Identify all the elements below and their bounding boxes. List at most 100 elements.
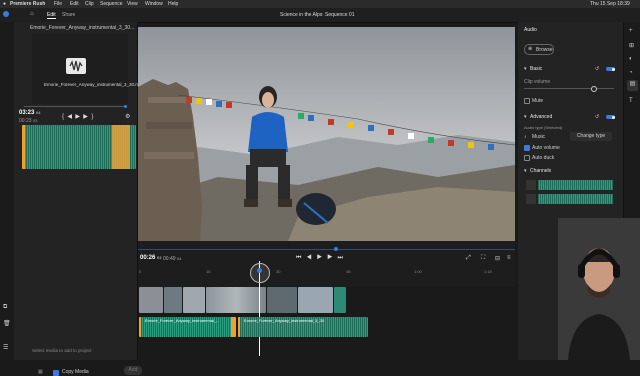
step-forward-icon[interactable]: ▶ xyxy=(327,255,332,261)
clip-volume-handle[interactable] xyxy=(591,86,598,92)
video-clip[interactable] xyxy=(183,287,205,313)
backpack xyxy=(296,193,336,225)
media-waveform[interactable] xyxy=(22,125,136,169)
channel-left-thumb xyxy=(526,180,536,190)
clip-volume-slider[interactable] xyxy=(524,86,614,92)
media-scrubber-handle[interactable] xyxy=(124,104,127,108)
audio-clip-in-handle[interactable] xyxy=(238,317,240,337)
trash-icon[interactable]: 🗑 xyxy=(3,320,11,327)
viewer-scrubber-handle[interactable] xyxy=(334,247,338,251)
fullscreen-icon[interactable]: ⛶ xyxy=(481,255,485,262)
media-panel: Emorie_Forever_Anyway_instrumental_3_30.… xyxy=(14,22,145,376)
copy-media-label: Copy Media xyxy=(62,369,89,375)
menu-icon[interactable]: ≡ xyxy=(507,255,511,261)
timeline-ruler[interactable]: 0 15 30 45 1:00 1:15 xyxy=(138,269,515,275)
step-back-icon[interactable]: ◀ xyxy=(67,114,72,120)
media-file-name: Emorie_Forever_Anyway_instrumental_3_30.… xyxy=(44,82,145,87)
media-duration: 00:23 03 xyxy=(19,118,38,124)
reset-icon[interactable]: ↺ xyxy=(595,114,599,120)
tab-edit[interactable]: Edit xyxy=(47,12,56,19)
add-media-icon[interactable] xyxy=(3,11,9,17)
audio-file-icon xyxy=(66,58,86,74)
reset-icon[interactable]: ↺ xyxy=(595,66,599,72)
mark-out-icon[interactable]: } xyxy=(91,114,93,120)
webcam-overlay xyxy=(558,218,640,360)
video-clip[interactable] xyxy=(164,287,182,313)
duplicate-icon[interactable]: ⧉ xyxy=(3,304,7,311)
text-icon[interactable]: T xyxy=(629,98,633,104)
mute-label: Mute xyxy=(532,98,544,104)
grid-icon[interactable]: ▦ xyxy=(38,369,43,375)
menu-view[interactable]: View xyxy=(127,1,138,7)
channels-section-label[interactable]: Channels xyxy=(530,168,551,174)
color-icon[interactable]: ◐ xyxy=(629,56,633,62)
left-tool-rail: ⧉ 🗑 ☰ xyxy=(0,22,15,360)
channel-left-waveform[interactable] xyxy=(538,180,613,190)
advanced-toggle[interactable] xyxy=(606,115,615,119)
audio-clip-out-handle[interactable] xyxy=(231,317,236,337)
audio-clip-in-handle[interactable] xyxy=(139,317,141,337)
settings-gear-icon[interactable]: ⚙ xyxy=(125,113,130,120)
auto-volume-label: Auto volume xyxy=(532,145,560,151)
apple-icon[interactable]: ● xyxy=(3,1,6,7)
fit-icon[interactable]: ⤢ xyxy=(466,255,471,262)
skip-start-icon[interactable]: ⏮ xyxy=(296,255,301,261)
play-icon[interactable]: ▶ xyxy=(75,114,80,120)
chevron-down-icon[interactable]: ▾ xyxy=(524,168,527,174)
menu-sequence[interactable]: Sequence xyxy=(100,1,123,7)
menu-clip[interactable]: Clip xyxy=(85,1,94,7)
speed-icon[interactable]: ◔ xyxy=(629,70,633,76)
media-in-handle[interactable] xyxy=(22,125,25,169)
video-clip[interactable] xyxy=(298,287,333,313)
viewer-scrubber[interactable] xyxy=(138,249,515,250)
playhead-handle[interactable] xyxy=(250,263,270,283)
basic-section-label[interactable]: Basic xyxy=(530,66,542,72)
mute-checkbox[interactable] xyxy=(524,98,530,104)
menu-app-name[interactable]: Premiere Rush xyxy=(10,1,45,7)
timeline-controls: 00:26 03 00:49 04 ⏮ ◀ ▶ ▶ ⏭ ⤢ ⛶ ⊟ ≡ 0 15… xyxy=(138,241,515,287)
menu-window[interactable]: Window xyxy=(145,1,163,7)
list-icon[interactable]: ☰ xyxy=(3,344,8,351)
media-scrubber[interactable] xyxy=(24,104,127,108)
music-note-icon: ♪ xyxy=(524,134,527,140)
step-forward-icon[interactable]: ▶ xyxy=(83,114,88,120)
copy-media-checkbox[interactable] xyxy=(53,370,59,376)
media-out-region[interactable] xyxy=(112,125,130,169)
empty-media-text: Select media to add to project xyxy=(32,348,92,353)
video-clip[interactable] xyxy=(267,287,297,313)
change-type-button[interactable]: Change type xyxy=(570,132,612,141)
video-clip[interactable] xyxy=(334,287,346,313)
browse-button[interactable]: ⊕ Browse xyxy=(524,44,554,55)
tab-share[interactable]: Share xyxy=(62,12,75,18)
split-icon[interactable]: ⊟ xyxy=(495,255,500,262)
mark-in-icon[interactable]: { xyxy=(62,114,64,120)
audio-clip-1[interactable]: Emorie_Forever_Anyway_instrumental_... xyxy=(139,317,236,337)
program-monitor[interactable] xyxy=(138,27,515,241)
channel-right-waveform[interactable] xyxy=(538,194,613,204)
auto-duck-checkbox[interactable] xyxy=(524,155,530,161)
video-clip[interactable] xyxy=(139,287,163,313)
chevron-down-icon[interactable]: ▾ xyxy=(524,114,527,120)
skip-end-icon[interactable]: ⏭ xyxy=(338,255,343,261)
transform-icon[interactable]: ⊞ xyxy=(629,42,634,49)
play-icon[interactable]: ▶ xyxy=(317,255,322,261)
timeline-current-time: 00:26 03 xyxy=(140,255,162,261)
video-clip[interactable] xyxy=(206,287,266,313)
menu-file[interactable]: File xyxy=(54,1,62,7)
home-icon[interactable]: ⌂ xyxy=(30,11,34,17)
add-button[interactable]: Add xyxy=(124,366,142,375)
audio-clip-2[interactable]: Emorie_Forever_Anyway_instrumental_3_30 xyxy=(238,317,368,337)
step-back-icon[interactable]: ◀ xyxy=(306,255,311,261)
chevron-down-icon[interactable]: ▾ xyxy=(524,66,527,72)
audio-tab-icon[interactable]: ▤ xyxy=(627,80,638,91)
audio-clip-1-label: Emorie_Forever_Anyway_instrumental_... xyxy=(145,318,220,323)
menu-edit[interactable]: Edit xyxy=(70,1,79,7)
timeline-duration: 00:49 04 xyxy=(163,256,182,262)
plus-icon[interactable]: + xyxy=(629,28,633,34)
advanced-section-label[interactable]: Advanced xyxy=(530,114,552,120)
basic-toggle[interactable] xyxy=(606,67,615,71)
channel-right-thumb xyxy=(526,194,536,204)
auto-duck-label: Auto duck xyxy=(532,155,555,161)
menu-help[interactable]: Help xyxy=(168,1,178,7)
auto-volume-checkbox[interactable] xyxy=(524,145,530,151)
